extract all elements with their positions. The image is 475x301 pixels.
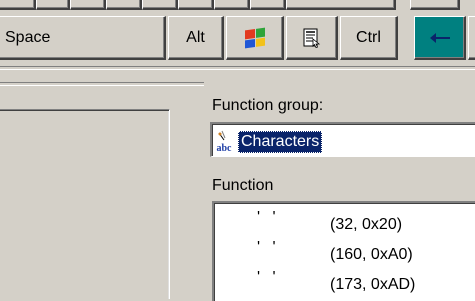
keyboard-key[interactable] xyxy=(410,0,460,10)
ctrl-key[interactable]: Ctrl xyxy=(340,16,398,60)
function-group-select[interactable]: abc Characters xyxy=(210,122,475,157)
space-key[interactable]: Space xyxy=(0,16,166,60)
function-group-label: Function group: xyxy=(212,97,323,115)
left-list-panel[interactable] xyxy=(0,109,170,299)
context-menu-icon xyxy=(303,28,320,48)
function-label-text: Function xyxy=(212,177,274,194)
keyboard-key[interactable] xyxy=(36,0,70,10)
list-item[interactable]: ' ' (160, 0xA0) xyxy=(214,239,475,271)
keyboard-key[interactable] xyxy=(70,0,106,10)
function-group-value: Characters xyxy=(238,131,323,153)
backspace-key[interactable] xyxy=(414,16,466,60)
keyboard-key[interactable] xyxy=(178,0,214,10)
function-glyph: ' ' xyxy=(257,269,280,286)
keyboard-key[interactable] xyxy=(106,0,142,10)
svg-text:abc: abc xyxy=(217,143,233,152)
space-key-label: Space xyxy=(5,28,51,46)
function-label: Function xyxy=(212,177,273,195)
function-code: (32, 0x20) xyxy=(330,216,403,233)
alt-key-label: Alt xyxy=(186,28,205,46)
list-item[interactable]: ' ' (173, 0xAD) xyxy=(214,269,475,301)
keyboard-key[interactable] xyxy=(468,16,475,60)
list-item[interactable]: ' ' (32, 0x20) xyxy=(214,209,475,241)
arrow-left-icon xyxy=(429,32,450,43)
function-group-label-text: Function group: xyxy=(212,97,324,114)
divider xyxy=(0,82,204,86)
menu-key[interactable] xyxy=(286,16,338,60)
alt-key[interactable]: Alt xyxy=(168,16,224,60)
windows-flag-icon xyxy=(244,27,265,48)
divider xyxy=(0,66,475,70)
function-code: (160, 0xA0) xyxy=(330,246,413,263)
function-list[interactable]: ' ' (32, 0x20) ' ' (160, 0xA0) ' ' (173,… xyxy=(212,201,475,301)
keyboard-key[interactable] xyxy=(214,0,250,10)
keyboard-key[interactable] xyxy=(0,0,36,10)
function-code: (173, 0xAD) xyxy=(330,276,416,293)
keyboard-key[interactable] xyxy=(142,0,178,10)
ctrl-key-label: Ctrl xyxy=(356,28,381,46)
function-glyph: ' ' xyxy=(257,209,280,226)
windows-key[interactable] xyxy=(226,16,284,60)
on-screen-keyboard: Space Alt Ctrl xyxy=(0,0,475,66)
abc-characters-icon: abc xyxy=(216,130,236,152)
keyboard-key[interactable] xyxy=(250,0,286,10)
keyboard-key[interactable] xyxy=(286,0,396,10)
function-glyph: ' ' xyxy=(257,239,280,256)
